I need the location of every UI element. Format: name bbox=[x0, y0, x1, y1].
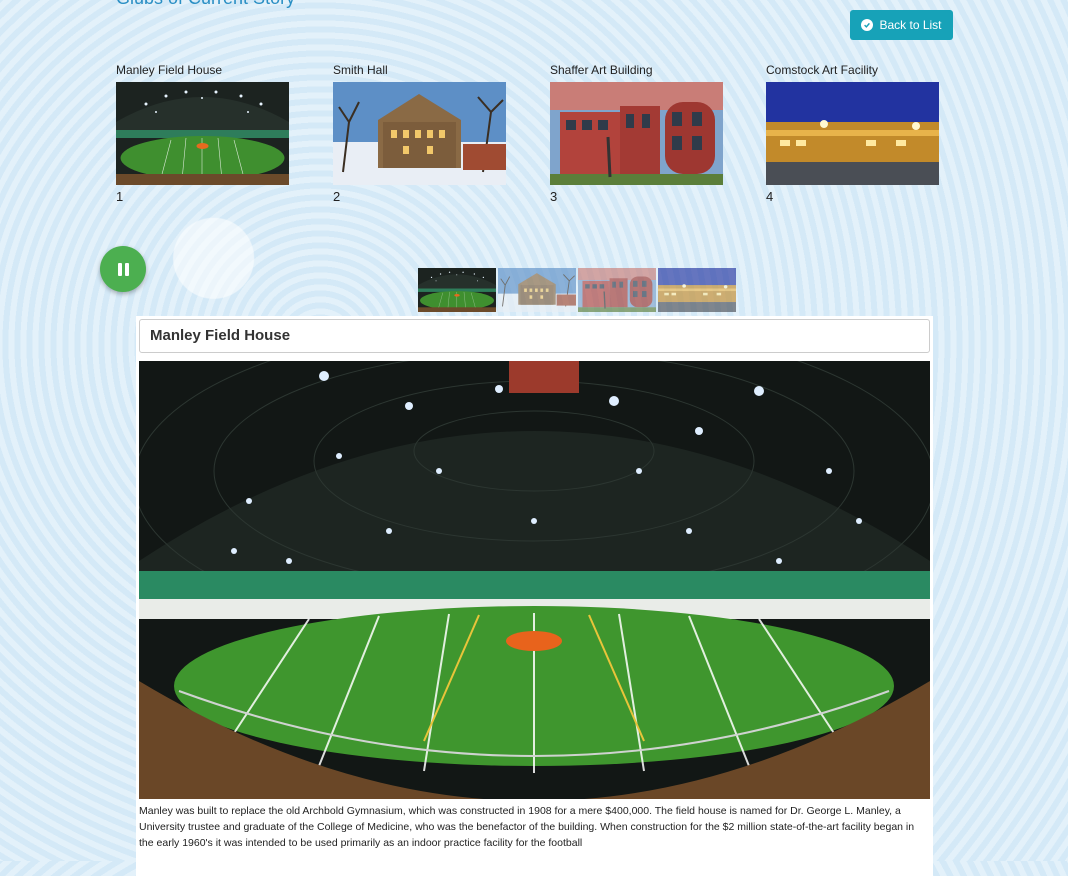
check-circle-icon bbox=[861, 19, 874, 31]
thumbnail-title: Shaffer Art Building bbox=[550, 63, 653, 77]
thumbnail-number: 1 bbox=[116, 189, 124, 204]
back-to-list-button[interactable]: Back to List bbox=[850, 10, 953, 40]
thumbnail-card[interactable]: Smith Hall 2 bbox=[333, 62, 507, 205]
detail-image bbox=[139, 361, 930, 799]
thumbnail-card[interactable]: Manley Field House 1 bbox=[116, 62, 290, 205]
thumbnail-image[interactable] bbox=[116, 82, 289, 185]
thumbnail-card[interactable]: Comstock Art Facility 4 bbox=[766, 62, 940, 205]
thumbnail-image[interactable] bbox=[766, 82, 939, 185]
detail-title: Manley Field House bbox=[150, 327, 291, 344]
thumbnail-number: 2 bbox=[333, 189, 341, 204]
thumbnail-number: 4 bbox=[766, 189, 774, 204]
thumbnail-title: Manley Field House bbox=[116, 63, 223, 77]
thumbnail-title: Comstock Art Facility bbox=[766, 63, 879, 77]
slideshow-pause-button[interactable] bbox=[100, 246, 146, 292]
filmstrip-thumb[interactable] bbox=[578, 268, 656, 312]
detail-header: Manley Field House bbox=[139, 319, 930, 353]
slideshow-filmstrip bbox=[418, 268, 738, 312]
pause-icon bbox=[117, 262, 122, 276]
story-thumbnails: Manley Field House 1 Smith Hall 2 Shaffe… bbox=[116, 62, 956, 212]
thumbnail-title: Smith Hall bbox=[333, 63, 388, 77]
detail-description: Manley was built to replace the old Arch… bbox=[139, 805, 915, 849]
filmstrip-thumb[interactable] bbox=[498, 268, 576, 312]
filmstrip-thumb[interactable] bbox=[658, 268, 736, 312]
story-detail-panel: Manley Field House Manley was built to r… bbox=[136, 316, 933, 876]
thumbnail-image[interactable] bbox=[333, 82, 506, 185]
filmstrip-thumb-active[interactable] bbox=[418, 268, 496, 312]
back-to-list-label: Back to List bbox=[879, 18, 942, 32]
thumbnail-image[interactable] bbox=[550, 82, 723, 185]
thumbnail-number: 3 bbox=[550, 189, 558, 204]
thumbnail-card[interactable]: Shaffer Art Building 3 bbox=[550, 62, 724, 205]
page-title: Glubs of Current Story bbox=[116, 0, 295, 9]
